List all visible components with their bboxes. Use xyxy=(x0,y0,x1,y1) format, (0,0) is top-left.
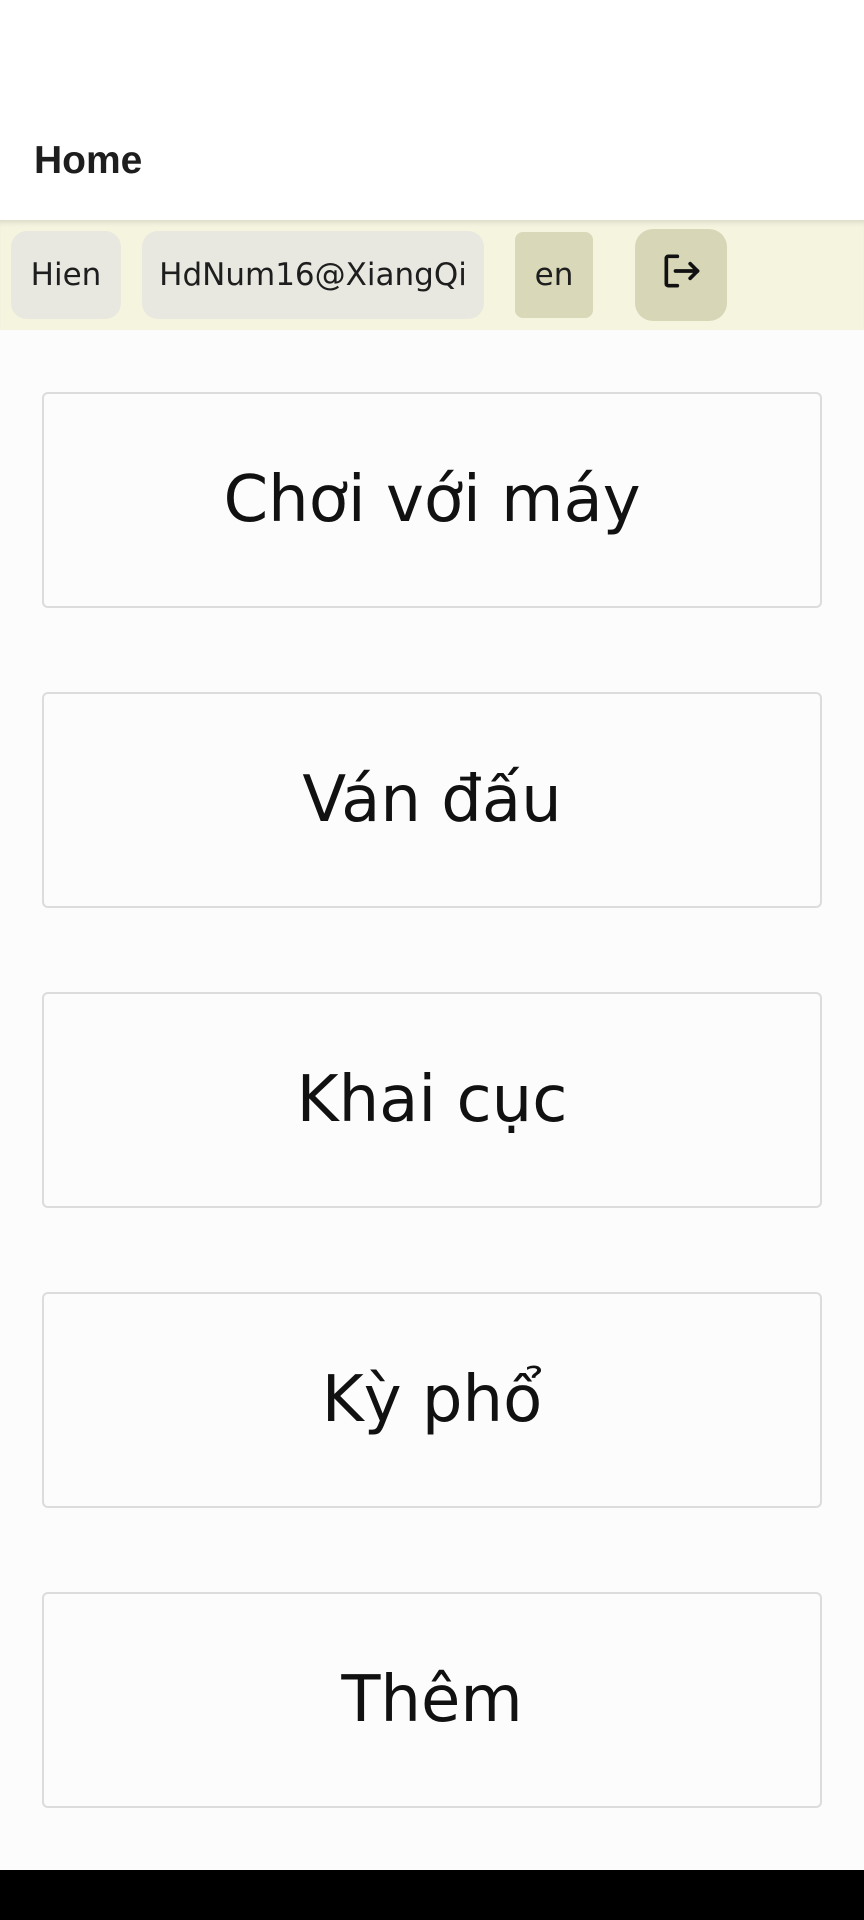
user-toolbar: Hien HdNum16@XiangQi en xyxy=(0,220,864,330)
menu-item-games[interactable]: Ván đấu xyxy=(42,692,822,908)
page-title: Home xyxy=(34,139,143,182)
system-navigation-bar xyxy=(0,1870,864,1920)
user-name-chip[interactable]: Hien xyxy=(11,231,121,319)
logout-button[interactable] xyxy=(635,229,727,321)
menu-item-more[interactable]: Thêm xyxy=(42,1592,822,1808)
menu-item-game-records[interactable]: Kỳ phổ xyxy=(42,1292,822,1508)
language-button[interactable]: en xyxy=(515,232,593,318)
app-bar: Home xyxy=(0,0,864,220)
logout-icon xyxy=(659,249,703,301)
menu-item-openings[interactable]: Khai cục xyxy=(42,992,822,1208)
user-email-chip[interactable]: HdNum16@XiangQi xyxy=(142,231,484,319)
menu-item-play-vs-computer[interactable]: Chơi với máy xyxy=(42,392,822,608)
